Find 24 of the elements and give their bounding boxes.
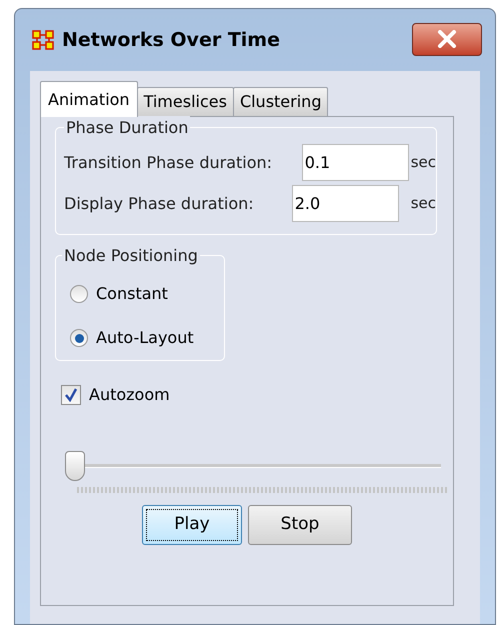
unit-label: sec [410, 152, 436, 174]
checkbox[interactable] [61, 385, 81, 405]
close-button[interactable] [412, 22, 482, 56]
tab[interactable]: Animation [40, 81, 138, 117]
radio-button[interactable] [70, 285, 88, 303]
radio-label: Constant [96, 283, 168, 305]
field-label: Transition Phase duration: [64, 152, 274, 174]
network-icon [32, 30, 54, 50]
input-field[interactable]: 2.0 [292, 185, 399, 222]
unit-label: sec [410, 193, 436, 214]
checkmark-icon [64, 388, 78, 402]
radio-button[interactable] [70, 329, 88, 347]
radio-label: Auto-Layout [96, 327, 194, 349]
slider-thumb[interactable] [65, 451, 85, 481]
action-button[interactable]: Play [142, 505, 242, 545]
slider[interactable] [65, 451, 441, 481]
action-button[interactable]: Stop [248, 505, 352, 545]
window-title: Networks Over Time [62, 28, 280, 53]
close-icon [437, 30, 457, 48]
tab[interactable]: Clustering [232, 87, 328, 117]
input-field[interactable]: 0.1 [302, 144, 409, 181]
field-label: Display Phase duration: [64, 192, 255, 214]
tab[interactable]: Timeslices [136, 87, 234, 117]
checkbox-label: Autozoom [89, 384, 170, 406]
